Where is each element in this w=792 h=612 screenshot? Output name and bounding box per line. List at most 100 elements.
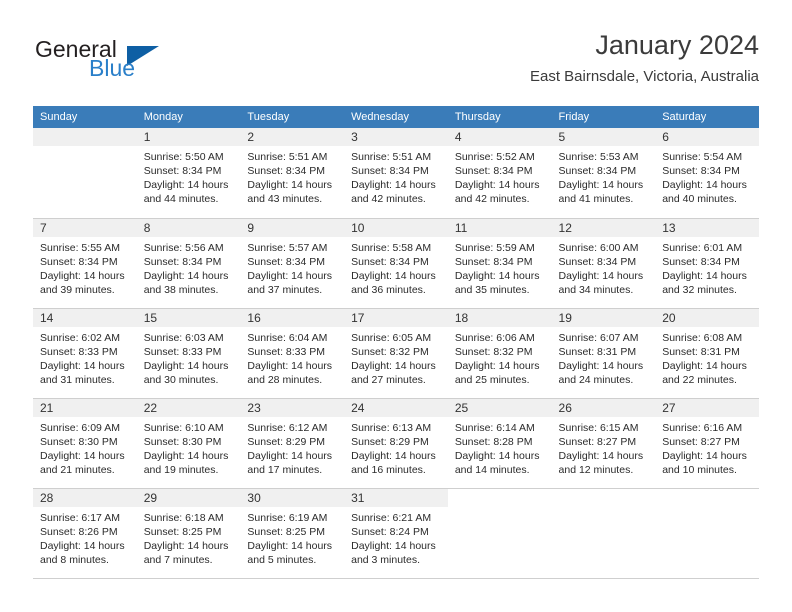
calendar-day-cell[interactable]: 1 Sunrise: 5:50 AM Sunset: 8:34 PM Daylight… [136, 128, 241, 218]
day-details: Sunrise: 6:19 AM Sunset: 8:25 PM Daylight:… [240, 507, 344, 567]
daylight-text-line2: and 31 minutes. [40, 373, 115, 386]
calendar-day-cell[interactable]: 22 Sunrise: 6:10 AM Sunset: 8:30 PM Dayligh… [136, 398, 241, 488]
sunrise-text: Sunrise: 6:19 AM [247, 511, 328, 524]
calendar-day-cell[interactable]: 25 Sunrise: 6:14 AM Sunset: 8:28 PM Dayligh… [447, 398, 552, 488]
calendar-day-cell[interactable]: 11 Sunrise: 5:59 AM Sunset: 8:34 PM Dayligh… [447, 218, 552, 308]
calendar-day-cell[interactable]: 18 Sunrise: 6:06 AM Sunset: 8:32 PM Dayligh… [447, 308, 552, 398]
daylight-text-line1: Daylight: 14 hours [662, 359, 747, 372]
day-number: 16 [240, 308, 345, 327]
day-number: 27 [655, 398, 759, 417]
sunset-text: Sunset: 8:24 PM [351, 525, 429, 538]
day-details: Sunrise: 6:18 AM Sunset: 8:25 PM Daylight:… [137, 507, 241, 567]
daylight-text-line2: and 22 minutes. [662, 373, 737, 386]
calendar-day-cell[interactable]: 28 Sunrise: 6:17 AM Sunset: 8:26 PM Dayligh… [33, 488, 137, 578]
day-details: Sunrise: 6:08 AM Sunset: 8:31 PM Daylight:… [655, 327, 759, 387]
daylight-text-line2: and 17 minutes. [247, 463, 323, 476]
daylight-text-line1: Daylight: 14 hours [454, 449, 540, 462]
calendar-day-cell[interactable]: 17 Sunrise: 6:05 AM Sunset: 8:32 PM Dayligh… [344, 308, 448, 398]
sunset-text: Sunset: 8:28 PM [454, 435, 533, 448]
calendar-day-cell[interactable]: 4 Sunrise: 5:52 AM Sunset: 8:34 PM Daylight… [447, 128, 552, 218]
page-subtitle: East Bairnsdale, Victoria, Australia [529, 68, 759, 85]
daylight-text-line1: Daylight: 14 hours [143, 539, 229, 552]
daylight-text-line2: and 25 minutes. [454, 373, 530, 386]
day-details: Sunrise: 5:55 AM Sunset: 8:34 PM Daylight:… [33, 237, 137, 297]
daylight-text-line1: Daylight: 14 hours [351, 539, 436, 552]
calendar-day-cell[interactable]: 9 Sunrise: 5:57 AM Sunset: 8:34 PM Daylight… [240, 218, 345, 308]
sunset-text: Sunset: 8:33 PM [40, 345, 118, 358]
calendar-day-cell[interactable]: 26 Sunrise: 6:15 AM Sunset: 8:27 PM Dayligh… [551, 398, 656, 488]
calendar-day-cell[interactable]: 20 Sunrise: 6:08 AM Sunset: 8:31 PM Dayligh… [655, 308, 759, 398]
daylight-text-line2: and 42 minutes. [454, 193, 530, 205]
sunrise-text: Sunrise: 5:55 AM [40, 241, 120, 254]
day-number [655, 488, 759, 507]
day-details: Sunrise: 6:03 AM Sunset: 8:33 PM Daylight:… [137, 327, 241, 387]
sunset-text: Sunset: 8:34 PM [454, 165, 533, 177]
daylight-text-line2: and 12 minutes. [558, 463, 634, 476]
calendar-day-cell[interactable]: 7 Sunrise: 5:55 AM Sunset: 8:34 PM Daylight… [33, 218, 137, 308]
sunrise-text: Sunrise: 5:50 AM [143, 151, 224, 163]
calendar-day-cell[interactable]: 2 Sunrise: 5:51 AM Sunset: 8:34 PM Daylight… [240, 128, 345, 218]
calendar-day-cell[interactable]: 30 Sunrise: 6:19 AM Sunset: 8:25 PM Dayligh… [240, 488, 345, 578]
daylight-text-line2: and 39 minutes. [40, 283, 115, 296]
day-number: 15 [136, 308, 241, 327]
day-details: Sunrise: 6:17 AM Sunset: 8:26 PM Daylight:… [33, 507, 137, 567]
daylight-text-line2: and 41 minutes. [558, 193, 634, 205]
day-number: 6 [655, 128, 759, 146]
day-details: Sunrise: 6:14 AM Sunset: 8:28 PM Daylight:… [448, 417, 552, 477]
daylight-text-line2: and 30 minutes. [143, 373, 219, 386]
day-number [447, 488, 552, 507]
day-number [551, 488, 656, 507]
sunset-text: Sunset: 8:33 PM [247, 345, 326, 358]
calendar-day-cell[interactable]: 21 Sunrise: 6:09 AM Sunset: 8:30 PM Dayligh… [33, 398, 137, 488]
day-number: 26 [551, 398, 656, 417]
day-number: 1 [136, 128, 241, 146]
calendar-week-row: 14 Sunrise: 6:02 AM Sunset: 8:33 PM Dayligh… [33, 308, 759, 398]
calendar-day-cell[interactable]: 6 Sunrise: 5:54 AM Sunset: 8:34 PM Daylight… [655, 128, 759, 218]
sunset-text: Sunset: 8:34 PM [143, 255, 222, 268]
sunrise-text: Sunrise: 6:03 AM [143, 331, 224, 344]
weekday-header-wednesday: Wednesday [344, 106, 448, 128]
calendar-day-cell[interactable]: 14 Sunrise: 6:02 AM Sunset: 8:33 PM Dayligh… [33, 308, 137, 398]
sunset-text: Sunset: 8:26 PM [40, 525, 118, 538]
calendar-day-cell[interactable]: 3 Sunrise: 5:51 AM Sunset: 8:34 PM Daylight… [344, 128, 448, 218]
day-details: Sunrise: 6:13 AM Sunset: 8:29 PM Daylight:… [344, 417, 448, 477]
calendar-day-cell[interactable]: 8 Sunrise: 5:56 AM Sunset: 8:34 PM Daylight… [136, 218, 241, 308]
day-number: 14 [33, 308, 137, 327]
calendar-day-cell[interactable]: 5 Sunrise: 5:53 AM Sunset: 8:34 PM Daylight… [551, 128, 656, 218]
sunrise-text: Sunrise: 5:57 AM [247, 241, 328, 254]
calendar-week-row: 7 Sunrise: 5:55 AM Sunset: 8:34 PM Daylight… [33, 218, 759, 308]
sunrise-text: Sunrise: 6:10 AM [143, 421, 224, 434]
day-number: 3 [344, 128, 448, 146]
daylight-text-line2: and 7 minutes. [143, 553, 213, 566]
calendar-day-cell[interactable]: 19 Sunrise: 6:07 AM Sunset: 8:31 PM Dayligh… [551, 308, 656, 398]
daylight-text-line2: and 40 minutes. [662, 193, 737, 205]
sunrise-text: Sunrise: 5:54 AM [662, 151, 743, 163]
day-number: 7 [33, 218, 137, 237]
sunrise-text: Sunrise: 6:12 AM [247, 421, 328, 434]
calendar-day-cell[interactable]: 23 Sunrise: 6:12 AM Sunset: 8:29 PM Dayligh… [240, 398, 345, 488]
daylight-text-line2: and 21 minutes. [40, 463, 115, 476]
calendar-day-cell[interactable]: 16 Sunrise: 6:04 AM Sunset: 8:33 PM Dayligh… [240, 308, 345, 398]
sunrise-text: Sunrise: 6:00 AM [558, 241, 639, 254]
daylight-text-line1: Daylight: 14 hours [247, 449, 333, 462]
calendar-day-cell[interactable]: 13 Sunrise: 6:01 AM Sunset: 8:34 PM Dayligh… [655, 218, 759, 308]
weekday-header-row: Sunday Monday Tuesday Wednesday Thursday… [33, 106, 759, 128]
calendar-day-cell[interactable]: 10 Sunrise: 5:58 AM Sunset: 8:34 PM Dayligh… [344, 218, 448, 308]
calendar-week-row: 28 Sunrise: 6:17 AM Sunset: 8:26 PM Dayligh… [33, 488, 759, 578]
calendar-day-cell[interactable]: 24 Sunrise: 6:13 AM Sunset: 8:29 PM Dayligh… [344, 398, 448, 488]
daylight-text-line2: and 37 minutes. [247, 283, 323, 296]
day-number: 25 [447, 398, 552, 417]
calendar-empty-cell [551, 488, 656, 578]
daylight-text-line1: Daylight: 14 hours [247, 269, 333, 282]
calendar-day-cell[interactable]: 12 Sunrise: 6:00 AM Sunset: 8:34 PM Dayligh… [551, 218, 656, 308]
sunset-text: Sunset: 8:25 PM [143, 525, 222, 538]
sunset-text: Sunset: 8:34 PM [143, 165, 222, 177]
calendar-day-cell[interactable]: 29 Sunrise: 6:18 AM Sunset: 8:25 PM Dayligh… [136, 488, 241, 578]
sunrise-text: Sunrise: 5:58 AM [351, 241, 432, 254]
daylight-text-line1: Daylight: 14 hours [40, 269, 125, 282]
calendar-day-cell[interactable]: 15 Sunrise: 6:03 AM Sunset: 8:33 PM Dayligh… [136, 308, 241, 398]
weekday-header-thursday: Thursday [447, 106, 552, 128]
calendar-day-cell[interactable]: 27 Sunrise: 6:16 AM Sunset: 8:27 PM Dayligh… [655, 398, 759, 488]
calendar-day-cell[interactable]: 31 Sunrise: 6:21 AM Sunset: 8:24 PM Dayligh… [344, 488, 448, 578]
sunrise-text: Sunrise: 5:53 AM [558, 151, 639, 163]
